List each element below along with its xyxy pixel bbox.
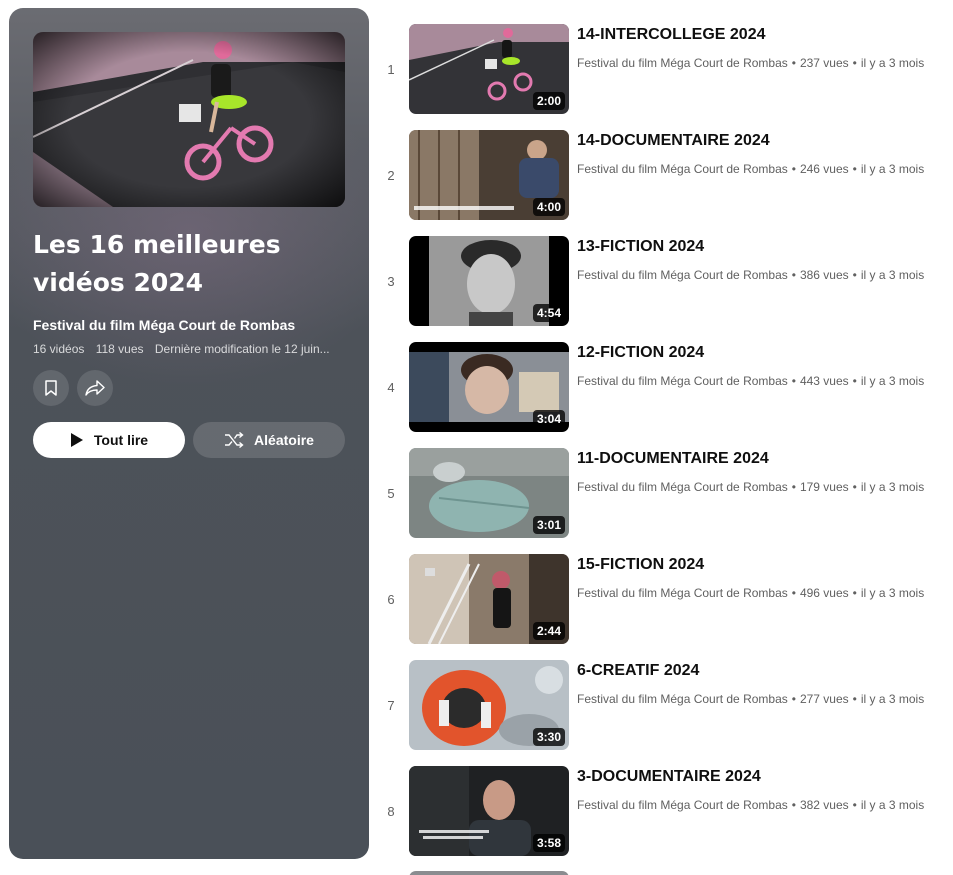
video-metadata: Festival du film Méga Court de Rombas • 27… <box>577 692 925 706</box>
video-views: 179 vues <box>799 480 849 494</box>
video-duration: 3:04 <box>532 410 565 428</box>
video-row[interactable]: 2 4:00 14-DOCUMENTAIRE 2024 Festival du … <box>380 130 950 236</box>
video-title[interactable]: 3-DOCUMENTAIRE 2024 <box>577 768 761 786</box>
video-channel[interactable]: Festival du film Méga Court de Rombas <box>577 480 788 494</box>
next-video-thumbnail-partial[interactable] <box>409 871 569 875</box>
video-title[interactable]: 11-DOCUMENTAIRE 2024 <box>577 450 769 468</box>
video-channel[interactable]: Festival du film Méga Court de Rombas <box>577 56 788 70</box>
video-duration: 3:30 <box>532 728 565 746</box>
video-index: 2 <box>387 167 395 183</box>
last-modified: Dernière modification le 12 juin... <box>154 342 330 356</box>
video-index: 6 <box>387 591 395 607</box>
video-views: 382 vues <box>799 798 849 812</box>
shuffle-button[interactable]: Aléatoire <box>193 422 345 458</box>
video-metadata: Festival du film Méga Court de Rombas • 38… <box>577 268 925 282</box>
play-icon <box>70 433 83 447</box>
video-row[interactable]: 5 3:01 11-DOCUMENTAIRE 2024 Festival du … <box>380 448 950 554</box>
video-metadata: Festival du film Méga Court de Rombas • 49… <box>577 586 925 600</box>
video-age: il y a 3 mois <box>860 798 925 812</box>
video-thumbnail[interactable]: 3:01 <box>409 448 569 538</box>
video-channel[interactable]: Festival du film Méga Court de Rombas <box>577 374 788 388</box>
playlist-title: Les 16 meilleures vidéos 2024 <box>33 230 281 297</box>
video-thumbnail[interactable]: 3:30 <box>409 660 569 750</box>
video-title[interactable]: 6-CREATIF 2024 <box>577 662 699 680</box>
video-duration: 2:00 <box>532 92 565 110</box>
video-thumbnail[interactable]: 3:58 <box>409 766 569 856</box>
video-duration: 4:00 <box>532 198 565 216</box>
play-all-button[interactable]: Tout lire <box>33 422 185 458</box>
video-title[interactable]: 13-FICTION 2024 <box>577 238 704 256</box>
video-metadata: Festival du film Méga Court de Rombas • 44… <box>577 374 925 388</box>
video-age: il y a 3 mois <box>860 56 925 70</box>
video-views: 277 vues <box>799 692 849 706</box>
shuffle-label: Aléatoire <box>254 432 314 448</box>
video-duration: 3:58 <box>532 834 565 852</box>
video-count: 16 vidéos <box>33 342 85 356</box>
share-icon <box>85 380 105 396</box>
video-metadata: Festival du film Méga Court de Rombas • 38… <box>577 798 925 812</box>
bookmark-icon <box>45 380 57 396</box>
playlist-video-list: 1 2:00 14-INTERCOLLEGE 2024 Festival du … <box>380 24 950 872</box>
save-playlist-button[interactable] <box>33 370 69 406</box>
video-views: 237 vues <box>799 56 849 70</box>
video-index: 5 <box>387 485 395 501</box>
video-title[interactable]: 14-DOCUMENTAIRE 2024 <box>577 132 770 150</box>
video-index: 3 <box>387 273 395 289</box>
playlist-cover-thumbnail[interactable] <box>33 32 345 207</box>
video-views: 386 vues <box>799 268 849 282</box>
video-index: 7 <box>387 697 395 713</box>
video-age: il y a 3 mois <box>860 268 925 282</box>
video-thumbnail[interactable]: 2:44 <box>409 554 569 644</box>
play-all-label: Tout lire <box>93 432 149 448</box>
video-channel[interactable]: Festival du film Méga Court de Rombas <box>577 586 788 600</box>
video-index: 1 <box>387 61 395 77</box>
video-index: 4 <box>387 379 395 395</box>
video-row[interactable]: 8 3:58 3-DOCUMENTAIRE 2024 Festival du f… <box>380 766 950 872</box>
video-row[interactable]: 4 3:04 12-FICTION 2024 Festival du film … <box>380 342 950 448</box>
video-thumbnail[interactable]: 4:00 <box>409 130 569 220</box>
cover-image <box>33 32 345 207</box>
view-count: 118 vues <box>95 342 144 356</box>
video-title[interactable]: 12-FICTION 2024 <box>577 344 704 362</box>
video-age: il y a 3 mois <box>860 374 925 388</box>
video-title[interactable]: 15-FICTION 2024 <box>577 556 704 574</box>
video-channel[interactable]: Festival du film Méga Court de Rombas <box>577 692 788 706</box>
video-metadata: Festival du film Méga Court de Rombas • 23… <box>577 56 925 70</box>
video-row[interactable]: 7 3:30 6-CREATIF 2024 Festival du film M… <box>380 660 950 766</box>
video-channel[interactable]: Festival du film Méga Court de Rombas <box>577 798 788 812</box>
shuffle-icon <box>225 432 244 448</box>
video-channel[interactable]: Festival du film Méga Court de Rombas <box>577 268 788 282</box>
video-age: il y a 3 mois <box>860 162 925 176</box>
playlist-header-panel: Les 16 meilleures vidéos 2024 Festival d… <box>9 8 369 859</box>
video-row[interactable]: 1 2:00 14-INTERCOLLEGE 2024 Festival du … <box>380 24 950 130</box>
share-playlist-button[interactable] <box>77 370 113 406</box>
video-views: 443 vues <box>799 374 849 388</box>
video-age: il y a 3 mois <box>860 480 925 494</box>
video-age: il y a 3 mois <box>860 586 925 600</box>
playlist-metadata: 16 vidéos 118 vues Dernière modification… <box>33 342 343 356</box>
video-duration: 3:01 <box>532 516 565 534</box>
video-row[interactable]: 6 2:44 15-FICTION 2024 Festival du film … <box>380 554 950 660</box>
video-duration: 2:44 <box>532 622 565 640</box>
video-thumbnail[interactable]: 4:54 <box>409 236 569 326</box>
video-channel[interactable]: Festival du film Méga Court de Rombas <box>577 162 788 176</box>
video-age: il y a 3 mois <box>860 692 925 706</box>
video-metadata: Festival du film Méga Court de Rombas • 17… <box>577 480 925 494</box>
video-title[interactable]: 14-INTERCOLLEGE 2024 <box>577 26 766 44</box>
video-index: 8 <box>387 803 395 819</box>
video-views: 246 vues <box>799 162 849 176</box>
video-metadata: Festival du film Méga Court de Rombas • 24… <box>577 162 925 176</box>
video-thumbnail[interactable]: 3:04 <box>409 342 569 432</box>
video-row[interactable]: 3 4:54 13-FICTION 2024 Festival du film … <box>380 236 950 342</box>
playlist-channel-link[interactable]: Festival du film Méga Court de Rombas <box>33 317 295 333</box>
video-thumbnail[interactable]: 2:00 <box>409 24 569 114</box>
video-duration: 4:54 <box>532 304 565 322</box>
video-views: 496 vues <box>799 586 849 600</box>
